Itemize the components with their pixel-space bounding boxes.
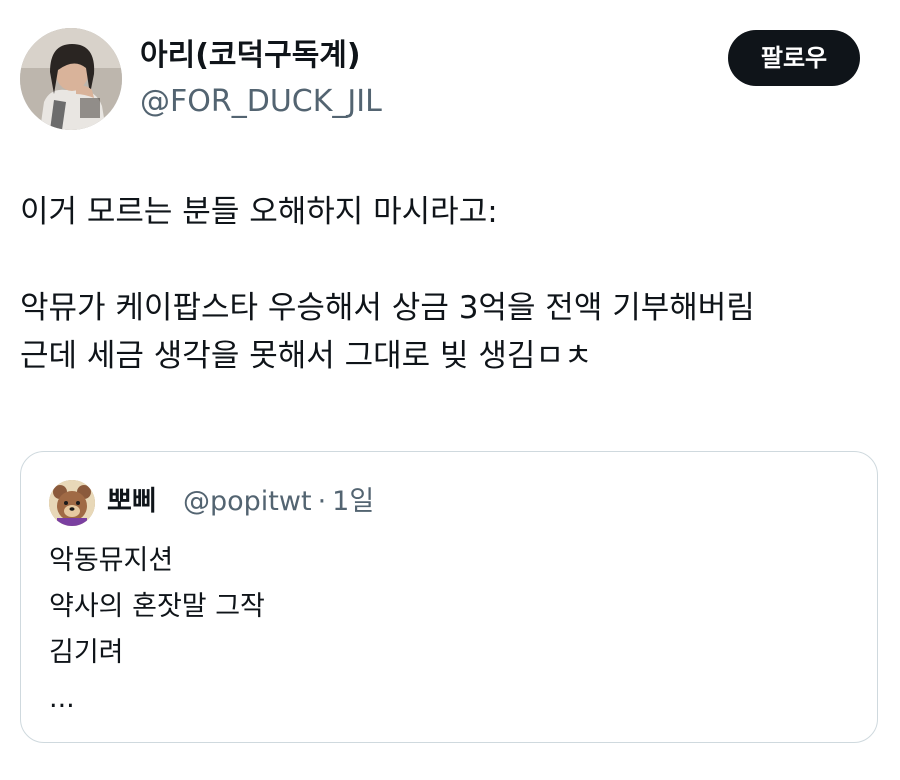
quote-line: 김기려	[49, 637, 124, 668]
quote-line: 약사의 혼잣말 그작	[49, 591, 265, 622]
bear-character-avatar-icon	[49, 480, 95, 526]
quote-author-name[interactable]: 뽀삐	[107, 482, 157, 522]
quote-meta: @popitwt · 1일	[183, 482, 374, 522]
quote-author-avatar[interactable]	[49, 480, 95, 526]
follow-button[interactable]: 팔로우	[728, 30, 860, 86]
tweet-line: 악뮤가 케이팝스타 우승해서 상금 3억을 전액 기부해버림	[20, 290, 755, 326]
author-handle[interactable]: @FOR_DUCK_JIL	[140, 82, 382, 122]
quote-timestamp[interactable]: 1일	[332, 486, 374, 517]
profile-photo-icon	[20, 28, 122, 130]
quoted-tweet-card[interactable]: 뽀삐 @popitwt · 1일 악동뮤지션 약사의 혼잣말 그작 김기려 ...	[20, 451, 878, 743]
tweet-text: 이거 모르는 분들 오해하지 마시라고: 악뮤가 케이팝스타 우승해서 상금 3…	[20, 188, 880, 380]
tweet-header: 아리(코덕구독계) @FOR_DUCK_JIL 팔로우	[20, 28, 880, 132]
tweet-line: 근데 세금 생각을 못해서 그대로 빚 생김ㅁㅊ	[20, 338, 593, 374]
quote-line: 악동뮤지션	[49, 545, 174, 576]
author-display-name[interactable]: 아리(코덕구독계)	[140, 36, 361, 76]
quote-text: 악동뮤지션 약사의 혼잣말 그작 김기려 ...	[49, 538, 265, 722]
meta-separator: ·	[317, 486, 327, 517]
tweet-line: 이거 모르는 분들 오해하지 마시라고:	[20, 194, 498, 230]
quote-author-handle[interactable]: @popitwt	[183, 486, 312, 517]
author-avatar[interactable]	[20, 28, 122, 130]
quote-line: ...	[49, 683, 75, 714]
